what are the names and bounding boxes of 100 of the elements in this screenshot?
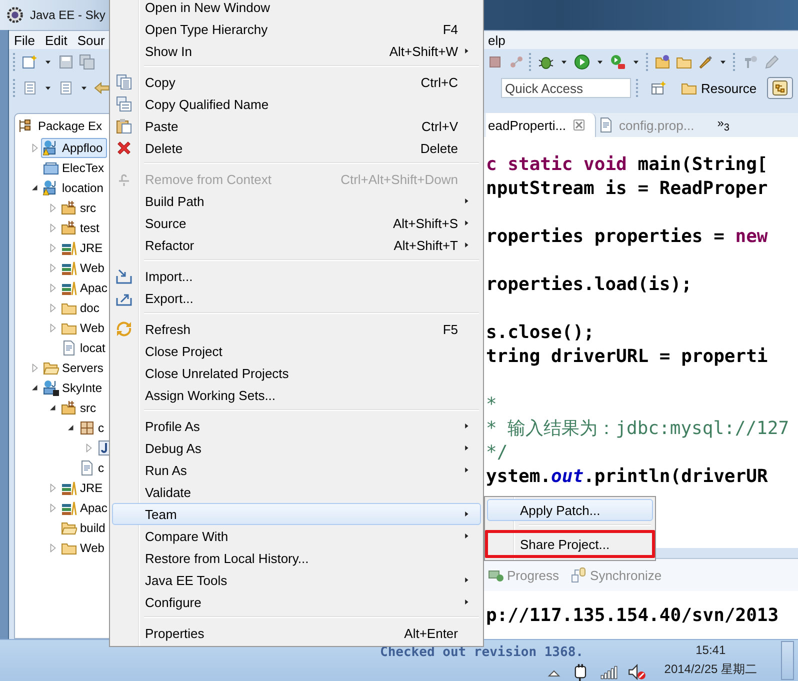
tree-item[interactable]: Appfloo — [41, 138, 107, 158]
back-arrow-icon[interactable] — [94, 80, 110, 96]
tree-item[interactable]: locat — [59, 338, 110, 358]
menu-item[interactable]: Open Type Hierarchy F4 — [112, 18, 481, 40]
code-line: ystem.out.println(driverUR — [486, 465, 769, 489]
code-line: roperties properties = new — [486, 225, 769, 249]
menu-title[interactable]: Sour — [72, 32, 110, 48]
pen-icon[interactable] — [763, 54, 779, 70]
stop-icon[interactable] — [487, 54, 503, 70]
tree-item[interactable]: Web — [59, 318, 108, 338]
run-icon[interactable] — [574, 54, 590, 70]
menu-item[interactable]: Refresh F5 — [112, 318, 481, 340]
synchronize-icon — [571, 567, 588, 583]
new-file-icon[interactable] — [22, 54, 38, 70]
source-folder-icon — [61, 200, 77, 216]
code-line: roperties.load(is); — [486, 273, 693, 297]
tree-item[interactable]: Apac — [59, 278, 112, 298]
tree-item[interactable]: doc — [59, 298, 104, 318]
menu-item[interactable]: Show In Alt+Shift+W — [112, 40, 481, 62]
console-line: Checked out revision 1368. — [380, 646, 584, 659]
document-icon[interactable] — [22, 80, 38, 96]
copy-icon — [116, 96, 132, 112]
mute-icon[interactable] — [628, 663, 646, 681]
tree-item[interactable]: build — [59, 518, 110, 538]
package-explorer-icon — [17, 118, 33, 134]
quick-access-field[interactable]: Quick Access — [501, 78, 631, 98]
menu-item[interactable]: Profile As — [112, 415, 481, 437]
open-folder-icon[interactable] — [655, 54, 671, 70]
menu-item[interactable]: Validate — [112, 481, 481, 503]
menu-item[interactable]: Paste Ctrl+V — [112, 115, 481, 137]
show-desktop-button[interactable] — [781, 641, 794, 680]
tree-item[interactable]: SkyInte — [41, 378, 106, 398]
library-icon — [61, 240, 77, 256]
tree-item[interactable]: Web — [59, 258, 108, 278]
menu-item[interactable]: Close Unrelated Projects — [112, 362, 481, 384]
tree-item[interactable]: c — [77, 458, 108, 478]
close-icon[interactable] — [571, 117, 588, 133]
menu-item[interactable]: Share Project... — [485, 530, 655, 558]
tree-item[interactable]: src — [59, 398, 100, 418]
menu-item[interactable]: Copy Qualified Name — [112, 93, 481, 115]
menu-title[interactable]: Edit — [40, 32, 72, 48]
code-line: nputStream is = ReadProper — [486, 177, 769, 201]
tree-item[interactable]: JRE — [59, 238, 107, 258]
panel-title[interactable]: Package Ex — [38, 119, 102, 133]
tree-item[interactable]: test — [59, 218, 104, 238]
brush-icon[interactable] — [697, 54, 713, 70]
menu-item[interactable]: Run As — [112, 459, 481, 481]
menu-item[interactable]: Apply Patch... — [487, 499, 653, 521]
menu-item[interactable]: Team — [112, 503, 481, 525]
menu-item[interactable]: Delete Delete — [112, 137, 481, 159]
library-icon — [61, 480, 77, 496]
clock[interactable]: 15:41 2014/2/25 星期二 — [664, 643, 757, 678]
menu-item[interactable]: Import... — [112, 265, 481, 287]
menu-item[interactable]: Source Alt+Shift+S — [112, 212, 481, 234]
menu-item[interactable]: Assign Working Sets... — [112, 384, 481, 406]
tree-item[interactable]: Servers — [41, 358, 108, 378]
perspective-button[interactable] — [766, 77, 793, 99]
perspective-button[interactable]: Resource — [676, 77, 762, 99]
import-icon — [116, 268, 132, 284]
tree-item[interactable]: location — [41, 178, 108, 198]
save-icon[interactable] — [58, 54, 74, 70]
bug-icon[interactable] — [538, 54, 554, 70]
menu-item[interactable]: Close Project — [112, 340, 481, 362]
menu-item[interactable]: Export... — [112, 287, 481, 309]
console-line: p://117.135.154.40/svn/2013 — [486, 604, 779, 626]
menu-item[interactable]: Debug As — [112, 437, 481, 459]
source-folder-icon — [61, 220, 77, 236]
editor-tab[interactable]: eadProperti... — [486, 113, 596, 137]
menu-item[interactable]: Compare With — [112, 525, 481, 547]
document-icon[interactable] — [58, 80, 74, 96]
menu-item[interactable]: Open in New Window — [112, 0, 481, 18]
menu-item[interactable]: Restore from Local History... — [112, 547, 481, 569]
menu-title[interactable]: File — [9, 32, 40, 48]
menu-item[interactable]: Configure — [112, 591, 481, 613]
tab-overflow[interactable]: »$_{3}$ — [703, 113, 730, 137]
tree-item[interactable]: src — [59, 198, 100, 218]
open-folder-icon — [43, 360, 59, 376]
tree-item[interactable]: c — [77, 418, 108, 438]
menu-title[interactable]: elp — [488, 32, 510, 48]
tree-item[interactable]: Web — [59, 538, 108, 558]
tree-item[interactable]: ElecTex — [41, 158, 108, 178]
menu-item[interactable]: Refactor Alt+Shift+T — [112, 234, 481, 256]
app-icon — [6, 6, 24, 24]
menu-item[interactable]: Copy Ctrl+C — [112, 71, 481, 93]
file-icon — [79, 460, 95, 476]
perspective-icon — [772, 80, 788, 96]
save-all-icon[interactable] — [79, 54, 95, 70]
code-line: tring driverURL = properti — [486, 345, 769, 369]
file-icon — [61, 340, 77, 356]
delete-icon — [116, 140, 132, 156]
node-icon[interactable] — [508, 54, 524, 70]
menu-item[interactable]: Build Path — [112, 190, 481, 212]
menu-item[interactable]: Java EE Tools — [112, 569, 481, 591]
tree-item[interactable]: JRE — [59, 478, 107, 498]
signal-icon[interactable] — [600, 663, 618, 681]
tree-item[interactable]: Apac — [59, 498, 112, 518]
menu-item[interactable]: Properties Alt+Enter — [112, 622, 481, 644]
run-external-icon[interactable] — [610, 54, 626, 70]
closed-project-icon — [43, 160, 59, 176]
source-folder-icon — [61, 400, 77, 416]
